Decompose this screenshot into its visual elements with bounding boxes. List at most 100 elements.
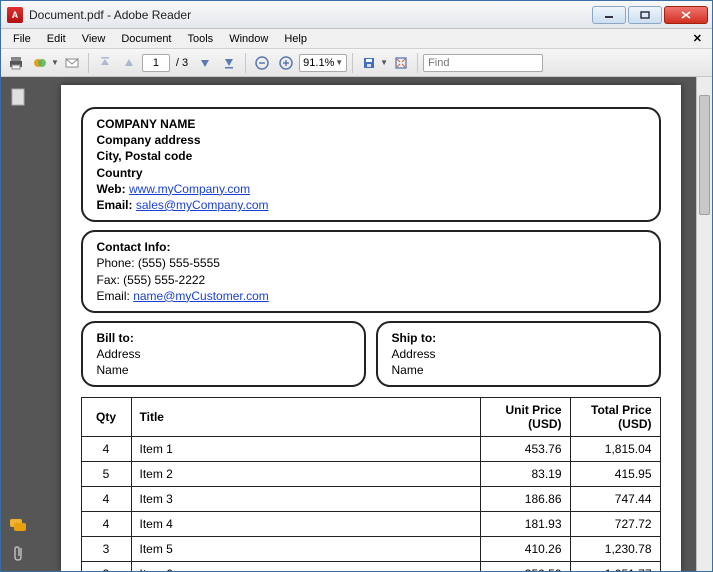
billto-block: Bill to: Address Name — [81, 321, 366, 388]
menu-close-doc[interactable]: ✕ — [687, 32, 708, 45]
minimize-button[interactable] — [592, 6, 626, 24]
prev-page-button[interactable] — [118, 52, 140, 74]
up-arrow-icon — [123, 57, 135, 69]
cell-total: 1,230.78 — [570, 537, 660, 562]
cell-unit: 410.26 — [480, 537, 570, 562]
down-arrow-last-icon — [223, 57, 235, 69]
menu-file[interactable]: File — [5, 31, 39, 47]
dropdown-icon[interactable]: ▼ — [51, 58, 59, 67]
toolbar: ▼ / 3 91.1% ▼ ▼ — [1, 49, 712, 77]
fit-icon — [394, 56, 408, 70]
separator — [245, 53, 246, 73]
company-address: Company address — [97, 133, 201, 147]
first-page-button[interactable] — [94, 52, 116, 74]
company-web-link[interactable]: www.myCompany.com — [129, 182, 250, 196]
separator — [417, 53, 418, 73]
company-citypostal: City, Postal code — [97, 149, 193, 163]
contact-heading: Contact Info: — [97, 240, 171, 254]
cell-qty: 4 — [81, 487, 131, 512]
menu-tools[interactable]: Tools — [180, 31, 222, 47]
cell-unit: 181.93 — [480, 512, 570, 537]
document-viewport[interactable]: COMPANY NAME Company address City, Posta… — [35, 77, 712, 571]
page-number-input[interactable] — [142, 54, 170, 72]
cell-title: Item 3 — [131, 487, 480, 512]
billto-address: Address — [97, 347, 141, 361]
last-page-button[interactable] — [218, 52, 240, 74]
contact-email-label: Email: — [97, 289, 130, 303]
menu-window[interactable]: Window — [221, 31, 276, 47]
minus-icon — [255, 56, 269, 70]
shipto-block: Ship to: Address Name — [376, 321, 661, 388]
attachments-panel-button[interactable] — [8, 543, 28, 563]
app-icon: A — [7, 7, 23, 23]
zoom-value: 91.1% — [303, 57, 334, 69]
table-row: 3Item 5410.261,230.78 — [81, 537, 660, 562]
save-button[interactable] — [358, 52, 380, 74]
table-row: 5Item 283.19415.95 — [81, 462, 660, 487]
contact-block: Contact Info: Phone: (555) 555-5555 Fax:… — [81, 230, 661, 313]
menu-edit[interactable]: Edit — [39, 31, 74, 47]
maximize-button[interactable] — [628, 6, 662, 24]
email-button[interactable] — [61, 52, 83, 74]
menu-help[interactable]: Help — [276, 31, 315, 47]
contact-fax: Fax: (555) 555-2222 — [97, 273, 206, 287]
chevron-down-icon: ▼ — [335, 58, 343, 67]
pages-panel-button[interactable] — [8, 87, 28, 107]
menubar: File Edit View Document Tools Window Hel… — [1, 29, 712, 49]
menu-document[interactable]: Document — [113, 31, 179, 47]
combine-button[interactable] — [29, 52, 51, 74]
zoom-select[interactable]: 91.1% ▼ — [299, 54, 347, 72]
company-email-link[interactable]: sales@myCompany.com — [136, 198, 269, 212]
shipto-address: Address — [392, 347, 436, 361]
separator — [88, 53, 89, 73]
separator — [352, 53, 353, 73]
next-page-button[interactable] — [194, 52, 216, 74]
cell-unit: 186.86 — [480, 487, 570, 512]
find-input[interactable] — [423, 54, 543, 72]
window-title: Document.pdf - Adobe Reader — [29, 8, 590, 22]
cell-title: Item 1 — [131, 437, 480, 462]
cell-unit: 83.19 — [480, 462, 570, 487]
cell-total: 747.44 — [570, 487, 660, 512]
scrollbar-thumb[interactable] — [699, 95, 710, 215]
side-panel — [1, 77, 35, 571]
col-unit: Unit Price (USD) — [480, 398, 570, 437]
company-block: COMPANY NAME Company address City, Posta… — [81, 107, 661, 222]
cell-qty: 4 — [81, 437, 131, 462]
print-button[interactable] — [5, 52, 27, 74]
col-qty: Qty — [81, 398, 131, 437]
shipto-name: Name — [392, 363, 424, 377]
minimize-icon — [604, 11, 614, 19]
main-area: COMPANY NAME Company address City, Posta… — [1, 77, 712, 571]
cell-qty: 4 — [81, 512, 131, 537]
close-button[interactable] — [664, 6, 708, 24]
table-row: 4Item 1453.761,815.04 — [81, 437, 660, 462]
zoom-in-button[interactable] — [275, 52, 297, 74]
cell-title: Item 4 — [131, 512, 480, 537]
dropdown-icon[interactable]: ▼ — [380, 58, 388, 67]
cell-qty: 3 — [81, 537, 131, 562]
col-title: Title — [131, 398, 480, 437]
menu-view[interactable]: View — [74, 31, 114, 47]
zoom-out-button[interactable] — [251, 52, 273, 74]
cell-total: 727.72 — [570, 512, 660, 537]
billto-heading: Bill to: — [97, 331, 134, 345]
floppy-icon — [362, 56, 376, 70]
paperclip-icon — [11, 544, 25, 562]
col-total: Total Price (USD) — [570, 398, 660, 437]
cell-title: Item 6 — [131, 562, 480, 571]
table-header-row: Qty Title Unit Price (USD) Total Price (… — [81, 398, 660, 437]
contact-email-link[interactable]: name@myCustomer.com — [133, 289, 269, 303]
cell-title: Item 5 — [131, 537, 480, 562]
titlebar: A Document.pdf - Adobe Reader — [1, 1, 712, 29]
company-country: Country — [97, 166, 143, 180]
cell-qty: 5 — [81, 462, 131, 487]
fit-page-button[interactable] — [390, 52, 412, 74]
cell-total: 415.95 — [570, 462, 660, 487]
table-row: 3Item 6350.591,051.77 — [81, 562, 660, 571]
vertical-scrollbar[interactable] — [696, 77, 712, 571]
cell-total: 1,051.77 — [570, 562, 660, 571]
comments-panel-button[interactable] — [8, 515, 28, 535]
down-arrow-icon — [199, 57, 211, 69]
items-table: Qty Title Unit Price (USD) Total Price (… — [81, 397, 661, 571]
